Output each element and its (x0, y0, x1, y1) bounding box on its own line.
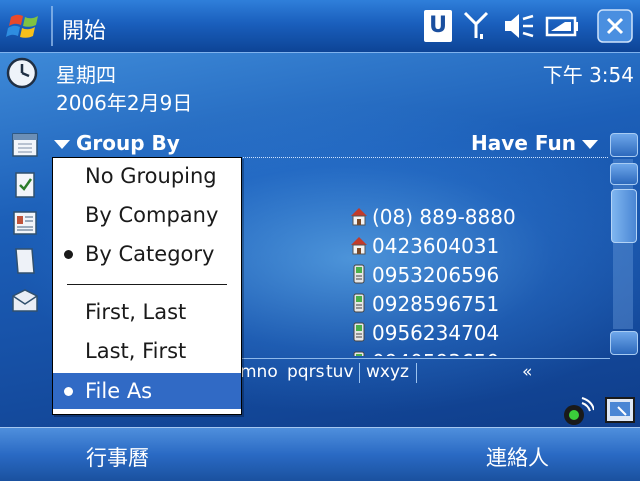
phone-row[interactable]: (08) 889-8880 (350, 205, 516, 233)
tasks-icon[interactable] (10, 170, 40, 200)
filter-label: Have Fun (471, 131, 576, 155)
volume-mute-icon[interactable] (502, 10, 536, 42)
menu-item-file-as[interactable]: File As (53, 373, 241, 409)
battery-icon[interactable] (544, 10, 580, 42)
menu-item-label: First, Last (85, 300, 187, 324)
home-icon (351, 208, 367, 226)
menu-item-by-category[interactable]: By Category (53, 236, 241, 272)
phone-row[interactable]: 0423604031 (350, 234, 499, 262)
menu-item-no-grouping[interactable]: No Grouping (53, 158, 241, 194)
mobile-phone-icon (353, 351, 365, 356)
menu-item-by-company[interactable]: By Company (53, 197, 241, 233)
phone-number: (08) 889-8880 (372, 205, 516, 229)
alpha-index-pqrs[interactable]: pqrs (287, 362, 324, 382)
phone-number: 0940593650 (372, 350, 499, 356)
windows-start-logo-icon[interactable] (5, 7, 45, 45)
scroll-thumb[interactable] (611, 189, 637, 243)
filter-dropdown[interactable]: Have Fun (471, 131, 598, 155)
menu-item-label: File As (85, 379, 153, 403)
scroll-collapse-button[interactable] (610, 133, 638, 157)
alpha-index-mno[interactable]: mno (240, 362, 278, 382)
menu-item-label: No Grouping (85, 164, 217, 188)
title-divider (51, 6, 53, 46)
weekday-label: 星期四 (56, 63, 116, 87)
date-row[interactable]: 星期四 2006年2月9日 下午 3:54 (0, 53, 640, 123)
menu-item-first-last[interactable]: First, Last (53, 294, 241, 330)
clock-icon[interactable] (6, 57, 38, 89)
wireless-status-icon[interactable] (562, 395, 594, 427)
menu-item-label: Last, First (85, 339, 187, 363)
sim-u-icon[interactable]: U (424, 10, 452, 42)
phone-row[interactable]: 0928596751 (350, 292, 499, 320)
phone-row[interactable]: 0956234704 (350, 321, 499, 349)
alpha-separator (416, 363, 417, 383)
time-label: 下午 3:54 (542, 63, 634, 87)
radio-bullet-icon (64, 387, 73, 396)
alpha-index-tuv[interactable]: tuv (326, 362, 354, 382)
signal-antenna-icon[interactable] (462, 10, 490, 42)
phone-list: (08) 889-8880 0423604031 0953206596 0928596… (350, 203, 600, 356)
contacts-card-icon[interactable] (10, 208, 40, 238)
page-title: 開始 (62, 19, 107, 44)
calendar-icon[interactable] (10, 130, 40, 160)
alpha-index-wxyz[interactable]: wxyz (366, 362, 409, 382)
vertical-scrollbar[interactable] (610, 133, 638, 355)
scroll-down-button[interactable] (610, 331, 638, 355)
notes-icon[interactable] (10, 246, 40, 276)
phone-number: 0956234704 (372, 321, 500, 345)
group-by-dropdown[interactable]: Group By (54, 131, 180, 155)
title-bar: 開始 U (0, 0, 640, 53)
radio-bullet-icon (64, 250, 73, 259)
softkey-right-contacts[interactable]: 連絡人 (486, 442, 549, 472)
mobile-phone-icon (353, 264, 365, 284)
group-by-label: Group By (76, 131, 180, 155)
softkey-left-calendar[interactable]: 行事曆 (86, 442, 149, 472)
group-by-menu: No Grouping By Company By Category First, L… (52, 157, 242, 415)
alpha-back-button[interactable]: « (522, 362, 532, 382)
alpha-separator (359, 363, 360, 383)
messaging-envelope-icon[interactable] (10, 286, 40, 316)
menu-separator (67, 284, 227, 285)
menu-item-last-first[interactable]: Last, First (53, 333, 241, 369)
phone-row[interactable]: 0953206596 (350, 263, 499, 291)
scroll-up-button[interactable] (610, 163, 638, 185)
close-icon[interactable] (596, 8, 634, 44)
phone-number: 0953206596 (372, 263, 500, 287)
date-label: 2006年2月9日 (56, 91, 193, 115)
sync-monitor-icon[interactable] (604, 395, 636, 425)
softkey-bar: 行事曆 連絡人 (0, 427, 640, 481)
mobile-phone-icon (353, 293, 365, 313)
mobile-phone-icon (353, 322, 365, 342)
menu-item-label: By Company (85, 203, 219, 227)
phone-number: 0928596751 (372, 292, 500, 316)
chevron-down-icon (54, 140, 70, 149)
phone-number: 0423604031 (372, 234, 500, 258)
menu-item-label: By Category (85, 242, 215, 266)
chevron-down-icon (582, 140, 598, 149)
home-icon (351, 237, 367, 255)
phone-row[interactable]: 0940593650 (350, 350, 499, 356)
